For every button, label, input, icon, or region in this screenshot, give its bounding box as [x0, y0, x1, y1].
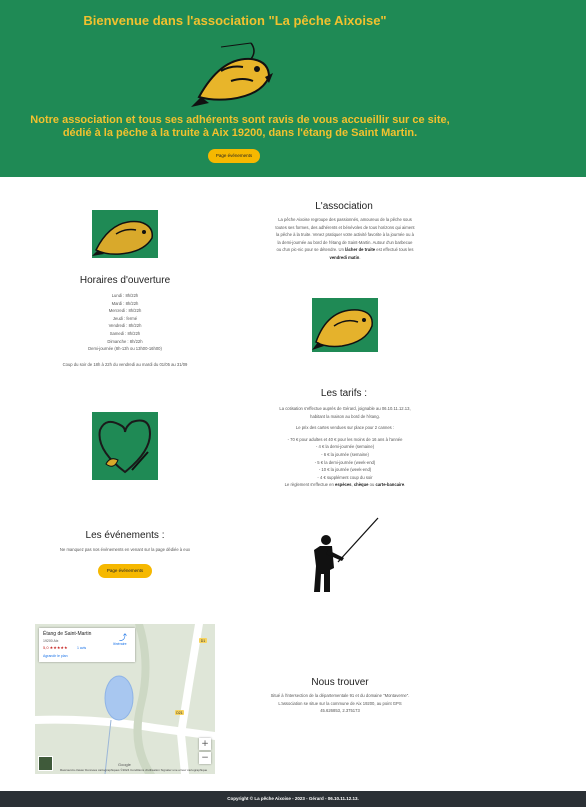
map-directions-link[interactable]: Itinéraire	[113, 642, 127, 646]
payment-methods: Le règlement s'effectue en espèces, chèq…	[240, 481, 450, 489]
hero-intro-line: Notre association et tous ses adhérents …	[30, 114, 450, 126]
fish-icon	[92, 210, 158, 258]
zoom-in-button[interactable]: +	[199, 738, 211, 750]
events-title: Les événements :	[85, 530, 165, 541]
map-rating: 5,0 ★★★★★	[43, 645, 68, 650]
association-line: la demi-journée au bord de l'étang de Sa…	[277, 239, 413, 245]
trout-release-highlight: lâcher de truite	[345, 247, 376, 253]
association-title: L'association	[315, 201, 373, 212]
heart-rod-icon	[92, 412, 158, 480]
hours-row: Demi-journée (8h-13h ou 13h00-16h00)	[88, 346, 162, 352]
association-line: La pêche Aixoise regroupe des passionnés…	[278, 217, 412, 222]
hero-intro: Notre association et tous ses adhérents …	[30, 114, 450, 140]
jumping-fish-logo	[191, 42, 273, 107]
hours-row: Samedi : 8h/22h	[109, 330, 141, 336]
hero-banner: Bienvenue dans l'association "La pêche A…	[0, 0, 586, 177]
hours-row: Jeudi : fermé	[112, 315, 138, 321]
events-page-button[interactable]: Page événements	[98, 564, 152, 578]
satellite-toggle[interactable]	[38, 756, 53, 771]
opening-hours-title: Horaires d'ouverture	[79, 275, 171, 286]
map-attribution[interactable]: Raccourcis clavier Données cartographiqu…	[60, 768, 207, 772]
fish-icon	[312, 298, 378, 352]
association-line: ou d'un pic-nic pour se détendre. Un lâc…	[250, 246, 440, 254]
rates-intro: Le prix des cartes vendues sur place pou…	[295, 425, 395, 431]
location-map[interactable]: D1 D21 Étang de Saint-Martin 19200 Aix 5…	[35, 624, 215, 774]
friday-highlight: vendredi matin	[329, 254, 360, 260]
map-place-code: 19200 Aix	[43, 639, 59, 643]
evening-note: Coup du soir de 18h à 22h du vendredi au…	[62, 362, 188, 367]
road-label-text: D21	[176, 711, 182, 715]
find-us-title: Nous trouver	[311, 677, 369, 688]
payment-sep: ou	[368, 482, 376, 488]
payment-cash: espèces	[334, 482, 352, 488]
hours-row: Mercredi : 8h/22h	[108, 308, 142, 314]
association-text: La pêche Aixoise regroupe des passionnés…	[250, 216, 440, 262]
find-us-line: Situé à l'intersection de la département…	[270, 693, 410, 698]
events-page-button[interactable]: Page événements	[208, 149, 260, 163]
google-logo: Google	[118, 762, 131, 767]
rate-item: - 6 € la journée (semaine)	[321, 451, 369, 457]
find-us-text: Situé à l'intersection de la département…	[240, 692, 440, 715]
association-line: vendredi matin.	[250, 254, 440, 262]
rates-title: Les tarifs :	[320, 388, 368, 399]
hours-row: Lundi : 8h/22h	[111, 293, 139, 298]
hours-row: Mardi : 8h/22h	[111, 300, 139, 306]
map-reviews-link[interactable]: 1 avis	[77, 646, 86, 650]
association-line-end: est effectué tous les	[375, 247, 414, 253]
rate-item: - 4 € supplément coup du soir	[317, 474, 373, 480]
association-line: la pêche à la truite. Venez pratiquer vo…	[276, 232, 414, 238]
hours-row: Dimanche : 8h/22h	[107, 338, 143, 344]
rates-text: La cotisation s'effectue auprès de Gérar…	[240, 405, 450, 489]
zoom-out-button[interactable]: −	[199, 752, 211, 764]
rate-item: - 70 € pour adultes et 40 € pour les moi…	[287, 436, 403, 442]
map-enlarge-link[interactable]: Agrandir le plan	[43, 654, 68, 658]
association-end: .	[359, 254, 361, 260]
payment-card: carte-bancaire	[375, 482, 405, 488]
road-label-text: D1	[201, 639, 206, 643]
opening-hours-list: Lundi : 8h/22h Mardi : 8h/22h Mercredi :…	[40, 292, 210, 353]
hero-title: Bienvenue dans l'association "La pêche A…	[83, 13, 387, 28]
hero-intro-line: dédié à la pêche à la truite à Aix 19200…	[62, 127, 418, 139]
hours-row: Vendredi : 8h/22h	[108, 323, 142, 329]
association-line-start: ou d'un pic-nic pour se détendre. Un	[276, 247, 344, 253]
events-text: Ne manquez pas nos évènements en venant …	[59, 547, 191, 552]
rate-item: - 5 € la demi-journée (week-end)	[314, 459, 376, 465]
association-line: toutes ses formes, des adhérents et béné…	[275, 224, 415, 230]
rates-intro: habitant la maison au bord de l'étang.	[310, 413, 380, 419]
page-footer: Copyright © La pêche Aixoise - 2023 - Gé…	[0, 791, 586, 807]
fisherman-silhouette	[314, 517, 379, 592]
rate-item: - 4 € la demi-journée (semaine)	[315, 444, 375, 450]
payment-end: .	[404, 482, 406, 488]
rates-intro: La cotisation s'effectue auprès de Gérar…	[279, 406, 411, 411]
payment-prefix: Le règlement s'effectue en	[284, 482, 335, 488]
rate-item: - 10 € la journée (week-end)	[318, 467, 372, 473]
find-us-line: L'association se situe sur la commune de…	[278, 700, 402, 706]
map-place-card: Étang de Saint-Martin 19200 Aix 5,0 ★★★★…	[39, 628, 135, 662]
payment-check: chèque	[353, 482, 369, 488]
find-us-line: 45.626853, 2.375173	[320, 708, 360, 714]
map-place-name: Étang de Saint-Martin	[43, 631, 92, 637]
